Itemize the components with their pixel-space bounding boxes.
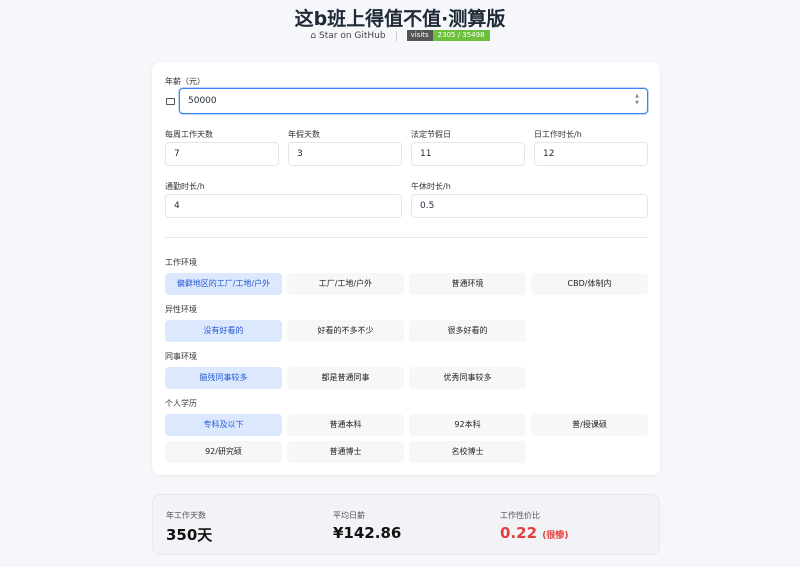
page-title: 这b班上得值不值·测算版 — [294, 8, 506, 30]
workdays-input[interactable]: 7 — [165, 142, 279, 166]
annual-leave-label: 年假天数 — [288, 130, 320, 139]
results-panel: 年工作天数 350天 平均日薪 ¥142.86 工作性价比 0.22 (很惨) — [152, 494, 660, 555]
wallet-icon — [166, 98, 175, 105]
colleague-option[interactable]: 都是普通同事 — [287, 367, 404, 389]
education-option[interactable]: 普通博士 — [287, 441, 404, 463]
visits-badge: visits 2305 / 35498 — [406, 30, 490, 41]
salary-input[interactable]: 50000 ▲ ▼ — [179, 88, 648, 114]
education-option[interactable]: 专科及以下 — [165, 414, 282, 436]
holidays-label: 法定节假日 — [411, 130, 451, 139]
opposite-sex-option[interactable]: 好看的不多不少 — [287, 320, 404, 342]
education-option[interactable]: 普/授课硕 — [531, 414, 648, 436]
value-ratio-label: 工作性价比 — [500, 511, 540, 520]
education-option[interactable]: 名校博士 — [409, 441, 526, 463]
work-hours-input[interactable]: 12 — [534, 142, 648, 166]
education-label: 个人学历 — [165, 399, 197, 408]
opposite-sex-option[interactable]: 没有好看的 — [165, 320, 282, 342]
github-label: Star on GitHub — [319, 30, 386, 41]
visits-value: 2305 / 35498 — [432, 30, 490, 41]
github-link[interactable]: ⌂ Star on GitHub — [310, 31, 385, 41]
holidays-input[interactable]: 11 — [411, 142, 525, 166]
value-ratio-note: (很惨) — [542, 531, 569, 541]
work-env-option[interactable]: 工厂/工地/户外 — [287, 273, 404, 295]
work-days-label: 年工作天数 — [166, 511, 206, 520]
education-option[interactable]: 92本科 — [409, 414, 526, 436]
divider — [395, 30, 397, 41]
salary-label: 年薪（元） — [165, 77, 205, 86]
value-ratio-value: 0.22 — [500, 524, 538, 542]
salary-value: 50000 — [188, 96, 217, 106]
lunch-break-input[interactable]: 0.5 — [411, 194, 648, 218]
education-option[interactable]: 普通本科 — [287, 414, 404, 436]
colleague-option[interactable]: 脑残同事较多 — [165, 367, 282, 389]
opposite-sex-option[interactable]: 很多好看的 — [409, 320, 526, 342]
daily-wage-label: 平均日薪 — [333, 511, 365, 520]
work-env-option[interactable]: 偏僻地区的工厂/工地/户外 — [165, 273, 282, 295]
work-env-option[interactable]: CBD/体制内 — [531, 273, 648, 295]
form-card: 年薪（元） 50000 ▲ ▼ 每周工作天数 7 年假天数 3 法定节假日 11 日… — [152, 62, 660, 475]
spinner-icon[interactable]: ▲ ▼ — [635, 93, 639, 107]
commute-input[interactable]: 4 — [165, 194, 402, 218]
colleague-option[interactable]: 优秀同事较多 — [409, 367, 526, 389]
colleague-env-label: 同事环境 — [165, 352, 197, 361]
commute-label: 通勤时长/h — [165, 182, 205, 191]
value-ratio: 0.22 (很惨) — [500, 524, 568, 542]
divider — [165, 237, 648, 238]
education-option[interactable]: 92/研究硕 — [165, 441, 282, 463]
daily-wage-value: ¥142.86 — [333, 524, 402, 542]
visits-label: visits — [406, 30, 433, 41]
work-env-option[interactable]: 普通环境 — [409, 273, 526, 295]
lunch-break-label: 午休时长/h — [411, 182, 451, 191]
work-hours-label: 日工作时长/h — [534, 130, 582, 139]
workdays-label: 每周工作天数 — [165, 130, 213, 139]
opposite-sex-env-label: 异性环境 — [165, 305, 197, 314]
work-days-value: 350天 — [166, 526, 213, 544]
work-env-label: 工作环境 — [165, 258, 197, 267]
annual-leave-input[interactable]: 3 — [288, 142, 402, 166]
